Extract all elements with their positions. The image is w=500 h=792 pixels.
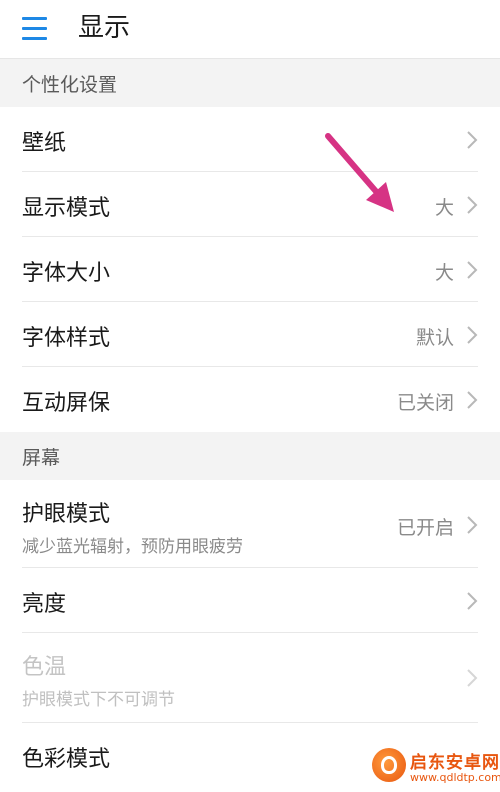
row-title: 护眼模式 [22, 502, 111, 527]
row-value: 已关闭 [396, 392, 454, 414]
chevron-right-icon [466, 260, 478, 280]
hamburger-menu-icon[interactable] [22, 13, 56, 43]
section-header-personalize: 个性化设置 [0, 59, 500, 107]
chevron-right-icon [466, 515, 478, 535]
row-value: 已开启 [396, 517, 454, 539]
chevron-right-icon [466, 325, 478, 345]
chevron-right-icon [466, 195, 478, 215]
row-title: 色彩模式 [22, 747, 111, 772]
chevron-right-icon [466, 130, 478, 150]
watermark-logo-icon [372, 748, 406, 782]
watermark: 启东安卓网 www.qdldtp.com [366, 744, 500, 792]
row-title: 字体大小 [22, 261, 111, 286]
row-subtitle: 护眼模式下不可调节 [22, 690, 175, 710]
row-title: 显示模式 [22, 196, 111, 221]
settings-row-color-temperature: 色温 护眼模式下不可调节 [0, 633, 500, 723]
row-value: 大 [434, 262, 454, 284]
row-title: 字体样式 [22, 326, 111, 351]
row-value: 默认 [415, 327, 454, 349]
page-title: 显示 [78, 13, 131, 43]
settings-row-eye-comfort[interactable]: 护眼模式 减少蓝光辐射，预防用眼疲劳 已开启 [0, 480, 500, 568]
watermark-name: 启东安卓网 [410, 753, 500, 773]
row-title: 壁纸 [22, 131, 67, 156]
settings-row-wallpaper[interactable]: 壁纸 [0, 107, 500, 172]
settings-row-display-mode[interactable]: 显示模式 大 [0, 172, 500, 237]
chevron-right-icon [466, 591, 478, 611]
row-title: 互动屏保 [22, 391, 111, 416]
chevron-right-icon [466, 668, 478, 688]
settings-row-font-style[interactable]: 字体样式 默认 [0, 302, 500, 367]
section-header-screen: 屏幕 [0, 432, 500, 480]
row-title: 色温 [22, 655, 67, 680]
settings-row-font-size[interactable]: 字体大小 大 [0, 237, 500, 302]
display-settings-screen: 显示 个性化设置 壁纸 显示模式 大 字体大小 大 字体样式 默认 互动屏保 已… [0, 0, 500, 792]
row-title: 亮度 [22, 592, 67, 617]
top-app-bar: 显示 [0, 0, 500, 59]
row-value: 大 [434, 197, 454, 219]
row-subtitle: 减少蓝光辐射，预防用眼疲劳 [22, 537, 243, 557]
settings-row-brightness[interactable]: 亮度 [0, 568, 500, 633]
watermark-url: www.qdldtp.com [410, 771, 500, 784]
settings-row-screensaver[interactable]: 互动屏保 已关闭 [0, 367, 500, 432]
chevron-right-icon [466, 390, 478, 410]
